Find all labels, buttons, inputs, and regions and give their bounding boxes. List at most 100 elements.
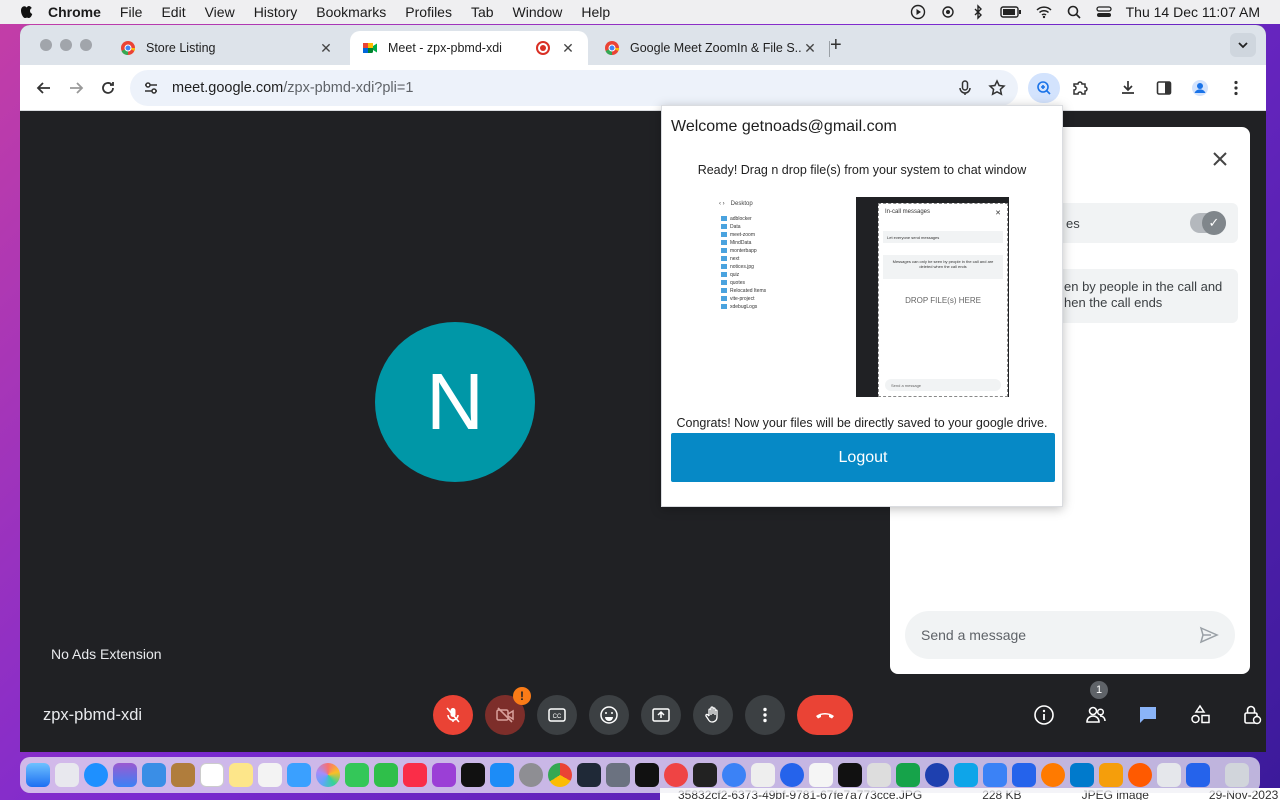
spotlight-search-icon[interactable] <box>1066 4 1082 20</box>
photos-icon[interactable] <box>316 763 340 787</box>
compass-icon[interactable] <box>664 763 688 787</box>
system-settings-icon[interactable] <box>519 763 543 787</box>
chat-button[interactable] <box>1124 695 1172 735</box>
menu-edit[interactable]: Edit <box>161 4 185 20</box>
preview-icon[interactable] <box>606 763 630 787</box>
profile-button[interactable] <box>1184 72 1216 104</box>
present-screen-button[interactable] <box>641 695 681 735</box>
music-icon[interactable] <box>403 763 427 787</box>
maps-icon[interactable] <box>287 763 311 787</box>
menu-app-name[interactable]: Chrome <box>48 4 101 20</box>
notes-icon[interactable] <box>229 763 253 787</box>
firefox-dev-icon[interactable] <box>1128 763 1152 787</box>
keynote-icon[interactable] <box>983 763 1007 787</box>
extensions-button[interactable] <box>1064 72 1096 104</box>
menu-file[interactable]: File <box>120 4 143 20</box>
tab-close-icon[interactable]: ✕ <box>802 40 818 56</box>
menu-help[interactable]: Help <box>581 4 610 20</box>
activities-button[interactable] <box>1176 695 1224 735</box>
app-store-icon[interactable] <box>490 763 514 787</box>
textedit-icon[interactable] <box>809 763 833 787</box>
more-options-button[interactable] <box>745 695 785 735</box>
menu-window[interactable]: Window <box>513 4 563 20</box>
tab-close-icon[interactable]: ✕ <box>560 40 576 56</box>
numbers-icon[interactable] <box>896 763 920 787</box>
migration-icon[interactable] <box>1157 763 1181 787</box>
quicktime-icon[interactable] <box>722 763 746 787</box>
microphone-icon[interactable] <box>956 79 974 97</box>
captions-button[interactable]: CC <box>537 695 577 735</box>
menu-bookmarks[interactable]: Bookmarks <box>316 4 386 20</box>
meeting-details-button[interactable] <box>1020 695 1068 735</box>
downloads-button[interactable] <box>1112 72 1144 104</box>
tab-meet[interactable]: Meet - zpx-pbmd-xdi ✕ <box>350 31 588 65</box>
script-editor-icon[interactable] <box>751 763 775 787</box>
terminal-icon[interactable] <box>635 763 659 787</box>
tab-meet-zoomin[interactable]: Google Meet ZoomIn & File S... ✕ <box>592 31 830 65</box>
forward-button[interactable] <box>62 72 90 104</box>
host-controls-button[interactable] <box>1228 695 1266 735</box>
trash-icon[interactable] <box>1225 763 1249 787</box>
reminders-icon[interactable] <box>258 763 282 787</box>
menu-tab[interactable]: Tab <box>471 4 494 20</box>
back-button[interactable] <box>30 72 58 104</box>
firefox-icon[interactable] <box>1041 763 1065 787</box>
dentist-icon[interactable] <box>867 763 891 787</box>
database-icon[interactable] <box>1099 763 1123 787</box>
pixelmator-icon[interactable] <box>925 763 949 787</box>
launchpad-icon[interactable] <box>55 763 79 787</box>
mail-icon[interactable] <box>142 763 166 787</box>
finder-icon[interactable] <box>26 763 50 787</box>
control-center-icon[interactable] <box>1095 4 1112 20</box>
reactions-button[interactable] <box>589 695 629 735</box>
wifi-icon[interactable] <box>1036 4 1052 20</box>
reload-button[interactable] <box>94 72 122 104</box>
chat-message-input[interactable]: Send a message <box>905 611 1235 659</box>
play-icon[interactable] <box>910 4 926 20</box>
arc-icon[interactable] <box>113 763 137 787</box>
bluetooth-icon[interactable] <box>970 4 986 20</box>
tab-search-button[interactable] <box>1230 33 1256 57</box>
messages-icon[interactable] <box>345 763 369 787</box>
menu-history[interactable]: History <box>254 4 298 20</box>
apple-icon[interactable] <box>18 4 34 20</box>
airdrop-icon[interactable] <box>940 4 956 20</box>
chrome-icon[interactable] <box>548 763 572 787</box>
xcode-icon[interactable] <box>1012 763 1036 787</box>
side-panel-button[interactable] <box>1148 72 1180 104</box>
site-settings-icon[interactable] <box>142 79 160 97</box>
menu-profiles[interactable]: Profiles <box>405 4 452 20</box>
battery-icon[interactable] <box>999 4 1022 20</box>
chat-permission-toggle[interactable] <box>1190 211 1226 235</box>
address-bar[interactable]: meet.google.com/zpx-pbmd-xdi?pli=1 <box>130 69 1018 106</box>
docker-icon[interactable] <box>954 763 978 787</box>
bookmark-star-icon[interactable] <box>988 78 1006 97</box>
watch-icon[interactable] <box>693 763 717 787</box>
menu-view[interactable]: View <box>205 4 235 20</box>
zoom-window-button[interactable] <box>80 39 92 51</box>
podcasts-icon[interactable] <box>432 763 456 787</box>
new-tab-button[interactable]: + <box>830 34 842 57</box>
chrome-menu-button[interactable] <box>1220 72 1252 104</box>
minimize-window-button[interactable] <box>60 39 72 51</box>
people-button[interactable]: 1 <box>1072 681 1120 735</box>
apple-tv-icon[interactable] <box>461 763 485 787</box>
leave-call-button[interactable] <box>797 695 853 735</box>
logout-button[interactable]: Logout <box>671 433 1055 482</box>
close-icon[interactable] <box>1208 147 1232 171</box>
shield-icon[interactable] <box>1186 763 1210 787</box>
safari-icon[interactable] <box>84 763 108 787</box>
meet-zoomin-extension-button[interactable] <box>1028 72 1060 103</box>
tab-close-icon[interactable]: ✕ <box>318 40 334 56</box>
send-icon[interactable] <box>1199 625 1219 645</box>
raise-hand-button[interactable] <box>693 695 733 735</box>
menubar-clock[interactable]: Thu 14 Dec 11:07 AM <box>1126 4 1260 20</box>
contacts-icon[interactable] <box>171 763 195 787</box>
console-icon[interactable] <box>838 763 862 787</box>
tab-store-listing[interactable]: Store Listing ✕ <box>108 31 346 65</box>
close-window-button[interactable] <box>40 39 52 51</box>
calendar-icon[interactable] <box>200 763 224 787</box>
facetime-icon[interactable] <box>374 763 398 787</box>
activity-monitor-icon[interactable] <box>577 763 601 787</box>
camera-toggle-button[interactable]: ! <box>485 687 531 735</box>
